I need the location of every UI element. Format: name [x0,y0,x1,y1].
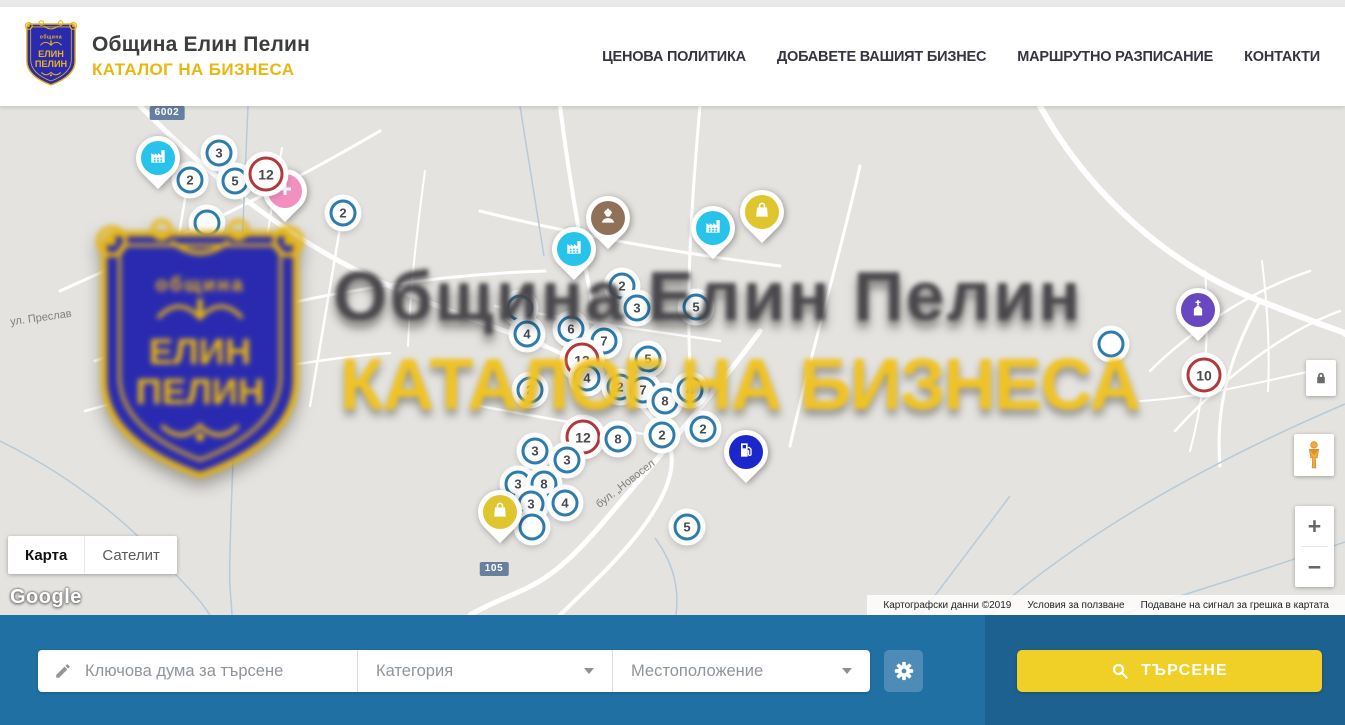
church-category-pin[interactable] [1176,288,1220,332]
search-bar: Категория Местоположение ТЪРСЕНЕ [0,615,1345,725]
zoom-control: + − [1295,506,1334,587]
map-attribution: Картографски данни ©2019 Условия за полз… [867,595,1345,615]
cluster-marker[interactable]: 4 [574,365,601,392]
svg-text:ЕЛИН: ЕЛИН [38,49,64,59]
category-dropdown-label: Категория [376,662,453,681]
map-view-button[interactable]: Карта [8,536,84,574]
cluster-marker[interactable]: 8 [605,426,632,453]
cluster-marker[interactable]: 3 [554,447,581,474]
bag-category-pin[interactable] [478,490,522,534]
attribution-copyright: Картографски данни ©2019 [875,600,1019,611]
advanced-search-button[interactable] [884,650,923,692]
chevron-down-icon [584,668,594,674]
cluster-marker[interactable]: 2 [177,167,204,194]
cluster-marker[interactable]: 3 [624,295,651,322]
zoom-out-button[interactable]: − [1295,547,1334,587]
search-submit-button[interactable]: ТЪРСЕНЕ [1017,650,1322,692]
pegman-icon [1303,440,1325,470]
location-dropdown[interactable]: Местоположение [612,650,870,692]
site-title: Община Елин Пелин [92,33,310,57]
google-logo[interactable]: Google [10,586,82,609]
cluster-marker[interactable]: 5 [674,514,701,541]
map-canvas[interactable]: 6002105ул. Преславбул. „Новосел 32512223… [0,106,1345,615]
nav-item-route-schedule[interactable]: МАРШРУТНО РАЗПИСАНИЕ [1017,49,1213,65]
cluster-marker[interactable]: 4 [514,321,541,348]
site-header: община ЕЛИН ПЕЛИН Община Елин Пелин КАТА… [0,7,1345,106]
bag-icon [752,200,772,225]
cluster-marker[interactable]: 3 [206,140,233,167]
factory-category-pin[interactable] [552,227,596,271]
satellite-view-button[interactable]: Сателит [84,536,177,574]
cluster-marker[interactable]: 10 [1187,358,1222,393]
cluster-marker[interactable]: 5 [683,294,710,321]
pencil-icon [54,662,72,680]
factory-icon [703,216,723,241]
road-number-badge: 6002 [150,106,185,120]
keyword-field-wrap [38,650,357,692]
cluster-marker[interactable]: 4 [677,377,704,404]
map-lock-button[interactable] [1306,360,1336,396]
street-view-pegman-button[interactable] [1294,434,1334,476]
fuel-category-pin[interactable] [724,430,768,474]
cluster-marker[interactable]: 2 [330,200,357,227]
cluster-marker[interactable]: 6 [558,316,585,343]
attribution-terms-link[interactable]: Условия за ползване [1019,600,1132,611]
cluster-marker[interactable]: 8 [652,388,679,415]
cluster-marker[interactable]: 3 [522,438,549,465]
cluster-marker[interactable]: 5 [222,168,249,195]
lock-icon [1314,371,1328,385]
bag-category-pin[interactable] [740,190,784,234]
cluster-marker[interactable] [1098,331,1125,358]
page-top-strip [0,0,1345,7]
cluster-marker[interactable] [194,210,221,237]
factory-icon [148,146,168,171]
keyword-search-input[interactable] [85,662,325,681]
search-button-label: ТЪРСЕНЕ [1141,662,1228,680]
svg-text:ПЕЛИН: ПЕЛИН [35,59,67,69]
chevron-down-icon [842,668,852,674]
site-subtitle: КАТАЛОГ НА БИЗНЕСА [92,60,310,80]
factory-icon [564,237,584,262]
cluster-marker[interactable]: 12 [249,157,284,192]
cluster-marker[interactable]: 4 [552,490,579,517]
gear-icon [893,660,915,682]
factory-category-pin[interactable] [691,206,735,250]
cluster-marker[interactable]: 5 [635,346,662,373]
cluster-marker[interactable]: 2 [649,422,676,449]
road-number-badge: 105 [480,562,509,576]
bag-icon [490,500,510,525]
map-type-switch: Карта Сателит [8,536,177,574]
cluster-marker[interactable] [507,295,534,322]
attribution-report-error-link[interactable]: Подаване на сигнал за грешка в картата [1133,600,1337,611]
cluster-marker[interactable] [519,514,546,541]
cluster-marker[interactable]: 2 [517,377,544,404]
church-icon [1188,298,1208,323]
svg-text:община: община [40,34,62,41]
nav-item-price-policy[interactable]: ЦЕНОВА ПОЛИТИКА [602,49,746,65]
zoom-in-button[interactable]: + [1295,506,1334,546]
worker-icon [598,206,618,231]
category-dropdown[interactable]: Категория [357,650,612,692]
factory-category-pin[interactable] [136,136,180,180]
location-dropdown-label: Местоположение [631,662,763,681]
search-icon [1111,662,1129,680]
nav-item-contacts[interactable]: КОНТАКТИ [1244,49,1320,65]
fuel-icon [736,440,756,465]
municipality-logo[interactable]: община ЕЛИН ПЕЛИН [22,20,80,93]
main-nav: ЦЕНОВА ПОЛИТИКА ДОБАВЕТЕ ВАШИЯТ БИЗНЕС М… [602,49,1320,65]
cluster-marker[interactable]: 2 [690,416,717,443]
nav-item-add-business[interactable]: ДОБАВЕТЕ ВАШИЯТ БИЗНЕС [777,49,986,65]
search-box: Категория Местоположение [38,650,870,692]
